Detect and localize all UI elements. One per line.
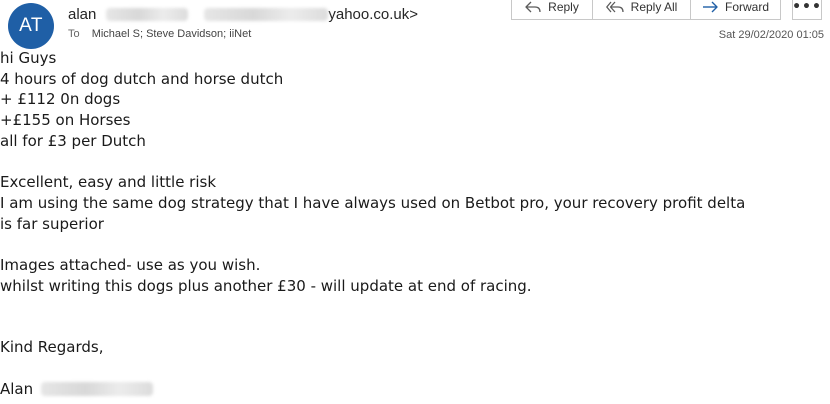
forward-label: Forward xyxy=(724,0,769,14)
reply-all-label: Reply All xyxy=(630,0,678,14)
redacted-text xyxy=(204,8,329,21)
reply-all-icon xyxy=(605,1,624,13)
avatar-initials: AT xyxy=(19,15,43,36)
message-body: hi Guys 4 hours of dog dutch and horse d… xyxy=(0,48,826,400)
to-label: To xyxy=(68,28,80,40)
body-line: is far superior xyxy=(0,214,104,233)
reply-icon xyxy=(525,1,541,13)
recipients-row: To Michael S; Steve Davidson; iiNet xyxy=(68,28,251,40)
body-line: Images attached- use as you wish. xyxy=(0,256,261,274)
message-timestamp: Sat 29/02/2020 01:05 xyxy=(718,29,824,41)
message-actions: Reply Reply All Forward xyxy=(511,0,781,20)
sender-name: alan xyxy=(68,6,97,23)
forward-button[interactable]: Forward xyxy=(691,0,781,20)
body-line: +£155 on Horses xyxy=(0,111,131,130)
signature: Alan xyxy=(0,379,826,400)
sender-avatar[interactable]: AT xyxy=(8,3,54,49)
redacted-text xyxy=(41,382,154,397)
body-line: I am using the same dog strategy that I … xyxy=(0,193,746,212)
sender-line[interactable]: alan yahoo.co.uk> xyxy=(68,6,418,23)
ellipsis-icon: ••• xyxy=(792,0,822,15)
body-line: 4 hours of dog dutch and horse dutch xyxy=(0,69,284,88)
reply-label: Reply xyxy=(548,0,579,14)
body-line: Excellent, easy and little risk xyxy=(0,173,217,192)
more-actions-button[interactable]: ••• xyxy=(792,0,822,20)
sender-email-tail: yahoo.co.uk> xyxy=(328,6,419,23)
forward-icon xyxy=(702,1,718,13)
body-line: + £112 0n dogs xyxy=(0,90,121,109)
reply-all-button[interactable]: Reply All xyxy=(593,0,691,20)
recipients-list[interactable]: Michael S; Steve Davidson; iiNet xyxy=(92,28,252,40)
closing-line: Kind Regards, xyxy=(0,338,104,357)
redacted-text xyxy=(106,8,189,21)
signature-name: Alan xyxy=(0,379,34,398)
body-line: whilst writing this dogs plus another £3… xyxy=(0,276,532,295)
body-line: hi Guys xyxy=(0,49,57,67)
reply-button[interactable]: Reply xyxy=(511,0,593,20)
body-line: all for £3 per Dutch xyxy=(0,131,146,150)
